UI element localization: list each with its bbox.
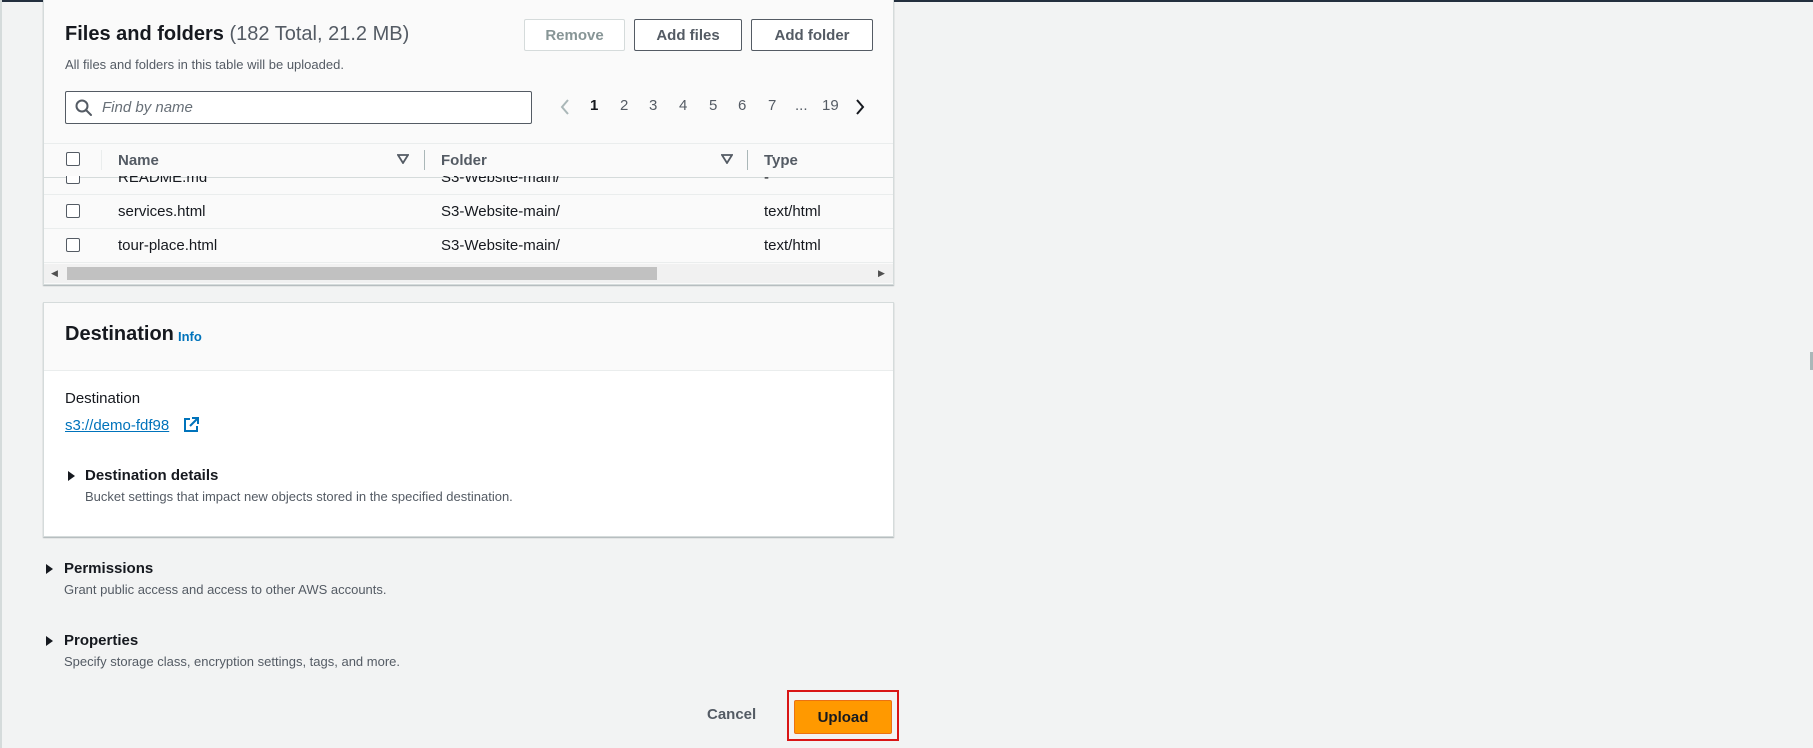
row-checkbox[interactable] — [66, 204, 80, 218]
files-and-folders-panel: Files and folders (182 Total, 21.2 MB) A… — [43, 0, 894, 285]
row-type: - — [764, 176, 769, 186]
sort-down-icon[interactable] — [397, 154, 409, 164]
row-checkbox[interactable] — [66, 176, 80, 184]
page-19[interactable]: 19 — [822, 97, 839, 114]
page-1[interactable]: 1 — [590, 97, 598, 114]
search-icon — [75, 99, 92, 116]
select-all-checkbox[interactable] — [66, 152, 80, 166]
properties-description: Specify storage class, encryption settin… — [64, 654, 401, 669]
page-ellipsis: ... — [795, 97, 808, 114]
chevron-left-icon[interactable] — [559, 98, 571, 116]
files-description: All files and folders in this table will… — [65, 57, 344, 72]
remove-button[interactable]: Remove — [524, 19, 625, 51]
table-row: services.html S3-Website-main/ text/html — [44, 195, 893, 229]
destination-details-description: Bucket settings that impact new objects … — [85, 489, 513, 504]
cancel-button[interactable]: Cancel — [707, 706, 756, 723]
column-divider[interactable] — [424, 150, 425, 170]
add-files-button[interactable]: Add files — [634, 19, 742, 51]
destination-header: Destination Info — [44, 303, 893, 371]
scroll-left-icon[interactable]: ◀ — [51, 268, 58, 279]
column-divider — [101, 150, 102, 170]
horizontal-scrollbar[interactable]: ◀ ▶ — [44, 264, 893, 283]
left-border — [0, 0, 2, 748]
chevron-right-icon[interactable] — [854, 98, 866, 116]
column-divider[interactable] — [747, 150, 748, 170]
destination-title: Destination — [65, 323, 174, 345]
table-body: README.md S3-Website-main/ - services.ht… — [44, 176, 893, 263]
column-folder[interactable]: Folder — [441, 152, 487, 169]
permissions-description: Grant public access and access to other … — [64, 582, 387, 597]
info-link[interactable]: Info — [178, 329, 202, 344]
destination-details-toggle[interactable]: Destination details — [85, 467, 218, 484]
destination-link[interactable]: s3://demo-fdf98 — [65, 417, 169, 434]
row-type: text/html — [764, 237, 821, 254]
table-row: tour-place.html S3-Website-main/ text/ht… — [44, 229, 893, 263]
caret-right-icon[interactable] — [46, 636, 53, 646]
column-name[interactable]: Name — [118, 152, 159, 169]
page-3[interactable]: 3 — [649, 97, 657, 114]
row-name: tour-place.html — [118, 237, 218, 254]
properties-toggle[interactable]: Properties — [64, 632, 138, 649]
caret-right-icon[interactable] — [68, 471, 75, 481]
search-box[interactable] — [65, 91, 532, 124]
scroll-right-icon[interactable]: ▶ — [878, 268, 885, 279]
page-4[interactable]: 4 — [679, 97, 687, 114]
page-5[interactable]: 5 — [709, 97, 717, 114]
row-folder: S3-Website-main/ — [441, 176, 560, 186]
files-count: (182 Total, 21.2 MB) — [229, 23, 410, 45]
row-type: text/html — [764, 203, 821, 220]
files-title-text: Files and folders — [65, 23, 224, 45]
destination-panel: Destination Info Destination s3://demo-f… — [43, 302, 894, 537]
destination-label: Destination — [65, 390, 141, 407]
scrollbar-thumb[interactable] — [67, 267, 657, 280]
page-7[interactable]: 7 — [768, 97, 776, 114]
row-checkbox[interactable] — [66, 238, 80, 252]
table-header: Name Folder Type — [44, 143, 893, 178]
search-input[interactable] — [100, 98, 524, 117]
permissions-toggle[interactable]: Permissions — [64, 560, 153, 577]
page-2[interactable]: 2 — [620, 97, 628, 114]
external-link-icon[interactable] — [183, 417, 199, 433]
add-folder-button[interactable]: Add folder — [751, 19, 873, 51]
caret-right-icon[interactable] — [46, 564, 53, 574]
row-name: README.md — [118, 176, 208, 186]
sort-down-icon[interactable] — [721, 154, 733, 164]
row-folder: S3-Website-main/ — [441, 237, 560, 254]
row-folder: S3-Website-main/ — [441, 203, 560, 220]
page-6[interactable]: 6 — [738, 97, 746, 114]
upload-button[interactable]: Upload — [794, 700, 892, 734]
table-row: README.md S3-Website-main/ - — [44, 176, 893, 195]
row-name: services.html — [118, 203, 206, 220]
files-panel-title: Files and folders (182 Total, 21.2 MB) — [65, 23, 409, 46]
column-type[interactable]: Type — [764, 152, 798, 169]
